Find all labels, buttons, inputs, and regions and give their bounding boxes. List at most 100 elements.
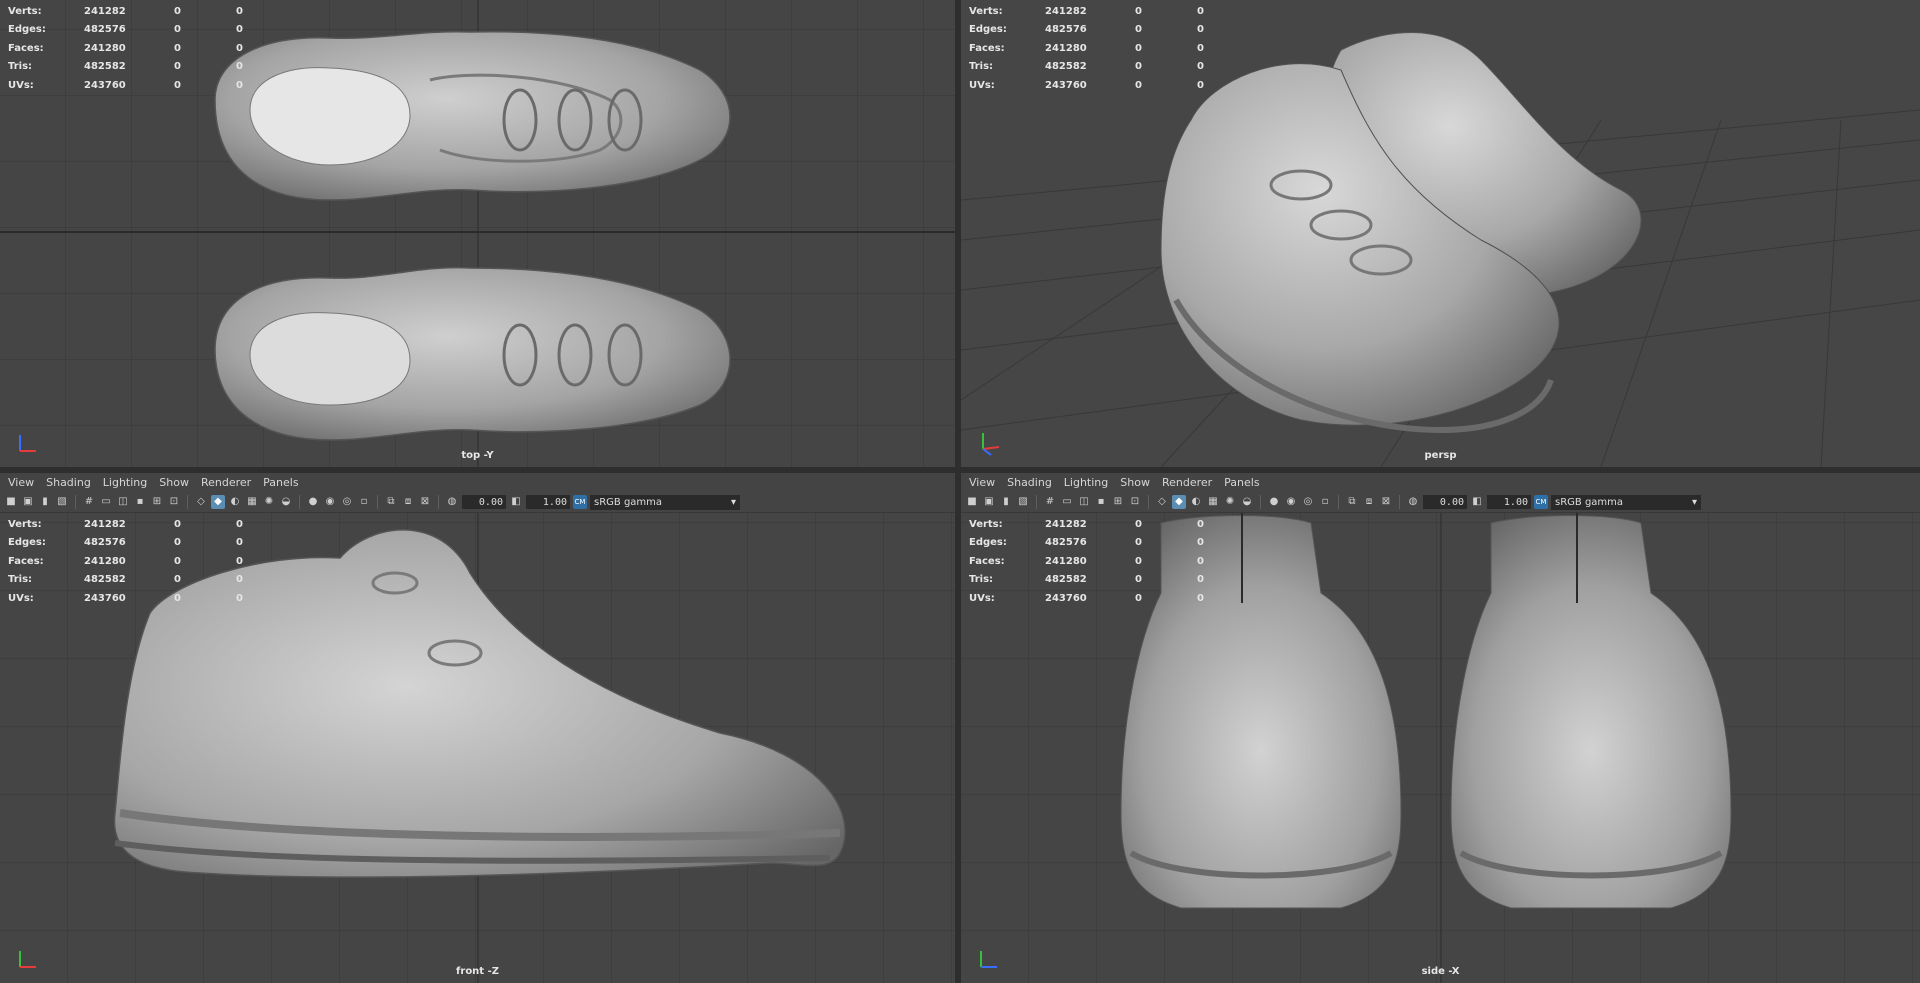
- isolate-icon[interactable]: ▫: [357, 495, 371, 509]
- viewport-pane-persp[interactable]: Verts: 241282 0 0 Edges: 482576 0 0 Faces: 2412…: [961, 0, 1920, 467]
- image-plane-icon[interactable]: ▧: [55, 495, 69, 509]
- menu-lighting[interactable]: Lighting: [1060, 476, 1116, 489]
- hud-value: Faces:: [8, 42, 44, 54]
- pane-splitter-horizontal[interactable]: [0, 467, 1920, 473]
- panel-toolbar: ■ ▣ ▮ ▧ # ▭ ◫ ▪ ⊞ ⊡ ◇ ◆ ◐ ▦ ✺ ◒ ● ◉ ◎ ▫ …: [0, 492, 955, 513]
- antialias-icon[interactable]: ◎: [340, 495, 354, 509]
- viewport-side[interactable]: Verts: 241282 0 0 Edges: 482576 0 0 Faces: 2412…: [961, 513, 1920, 983]
- hud-value: 0: [1197, 61, 1204, 73]
- menu-renderer[interactable]: Renderer: [1158, 476, 1220, 489]
- default-material-icon[interactable]: ◐: [1189, 495, 1203, 509]
- isolate-icon[interactable]: ▫: [1318, 495, 1332, 509]
- textured-icon[interactable]: ▦: [1206, 495, 1220, 509]
- gamma-field[interactable]: 1.00: [1487, 495, 1531, 509]
- exposure-field[interactable]: 0.00: [1423, 495, 1467, 509]
- menu-view[interactable]: View: [4, 476, 42, 489]
- ambient-occlusion-icon[interactable]: ●: [306, 495, 320, 509]
- exposure-field[interactable]: 0.00: [462, 495, 506, 509]
- xray-components-icon[interactable]: ⊠: [418, 495, 432, 509]
- lighting-icon[interactable]: ✺: [262, 495, 276, 509]
- field-chart-icon[interactable]: ⊞: [1111, 495, 1125, 509]
- xray-icon[interactable]: ⧉: [1345, 495, 1359, 509]
- pane-splitter-vertical[interactable]: [955, 0, 961, 983]
- hud-value: 243760: [84, 592, 126, 604]
- view-transform-value: sRGB gamma: [594, 496, 663, 508]
- viewport-persp[interactable]: Verts: 241282 0 0 Edges: 482576 0 0 Faces: 2412…: [961, 0, 1920, 467]
- viewport-front[interactable]: Verts: 241282 0 0 Edges: 482576 0 0 Faces: 2412…: [0, 513, 955, 983]
- viewport-pane-top[interactable]: Verts: 241282 0 0 Edges: 482576 0 0 Faces: 2412…: [0, 0, 955, 467]
- bookmark-icon[interactable]: ▮: [38, 495, 52, 509]
- menu-show[interactable]: Show: [155, 476, 197, 489]
- hud-value: 482576: [1045, 24, 1087, 36]
- shadows-icon[interactable]: ◒: [279, 495, 293, 509]
- color-management-icon[interactable]: CM: [573, 495, 587, 509]
- hud-value: 0: [1135, 5, 1142, 17]
- hud-value: 482576: [84, 537, 126, 549]
- xray-icon[interactable]: ⧉: [384, 495, 398, 509]
- view-transform-select[interactable]: sRGB gamma ▾: [1551, 494, 1701, 510]
- menu-shading[interactable]: Shading: [42, 476, 99, 489]
- lighting-icon[interactable]: ✺: [1223, 495, 1237, 509]
- hud-row-edges: Edges: 482576 0 0: [8, 21, 256, 40]
- hud-value: Edges:: [8, 24, 46, 36]
- film-gate-icon[interactable]: ▭: [1060, 495, 1074, 509]
- select-camera-icon[interactable]: ■: [965, 495, 979, 509]
- grid-toggle-icon[interactable]: #: [82, 495, 96, 509]
- gamma-field[interactable]: 1.00: [526, 495, 570, 509]
- hud-value: UVs:: [8, 592, 34, 604]
- menu-shading[interactable]: Shading: [1003, 476, 1060, 489]
- color-management-icon[interactable]: CM: [1534, 495, 1548, 509]
- smooth-shade-icon[interactable]: ◆: [1172, 495, 1186, 509]
- textured-icon[interactable]: ▦: [245, 495, 259, 509]
- menu-renderer[interactable]: Renderer: [197, 476, 259, 489]
- hud-value: 0: [174, 24, 181, 36]
- menu-panels[interactable]: Panels: [259, 476, 306, 489]
- view-transform-select[interactable]: sRGB gamma ▾: [590, 494, 740, 510]
- resolution-gate-icon[interactable]: ◫: [116, 495, 130, 509]
- hud-value: 243760: [84, 79, 126, 91]
- camera-attributes-icon[interactable]: ▣: [21, 495, 35, 509]
- bookmark-icon[interactable]: ▮: [999, 495, 1013, 509]
- xray-joints-icon[interactable]: ⧈: [401, 495, 415, 509]
- hud-value: 0: [236, 61, 243, 73]
- grid-toggle-icon[interactable]: #: [1043, 495, 1057, 509]
- menu-view[interactable]: View: [965, 476, 1003, 489]
- xray-joints-icon[interactable]: ⧈: [1362, 495, 1376, 509]
- xray-components-icon[interactable]: ⊠: [1379, 495, 1393, 509]
- viewport-pane-front[interactable]: View Shading Lighting Show Renderer Pane…: [0, 473, 955, 983]
- gate-mask-icon[interactable]: ▪: [1094, 495, 1108, 509]
- field-chart-icon[interactable]: ⊞: [150, 495, 164, 509]
- safe-action-icon[interactable]: ⊡: [1128, 495, 1142, 509]
- select-camera-icon[interactable]: ■: [4, 495, 18, 509]
- image-plane-icon[interactable]: ▧: [1016, 495, 1030, 509]
- default-material-icon[interactable]: ◐: [228, 495, 242, 509]
- motion-blur-icon[interactable]: ◉: [323, 495, 337, 509]
- film-gate-icon[interactable]: ▭: [99, 495, 113, 509]
- camera-attributes-icon[interactable]: ▣: [982, 495, 996, 509]
- viewport-pane-side[interactable]: View Shading Lighting Show Renderer Pane…: [961, 473, 1920, 983]
- menu-show[interactable]: Show: [1116, 476, 1158, 489]
- smooth-shade-icon[interactable]: ◆: [211, 495, 225, 509]
- gate-mask-icon[interactable]: ▪: [133, 495, 147, 509]
- resolution-gate-icon[interactable]: ◫: [1077, 495, 1091, 509]
- hud-value: 0: [174, 555, 181, 567]
- hud-row-tris: Tris: 482582 0 0: [8, 571, 256, 590]
- motion-blur-icon[interactable]: ◉: [1284, 495, 1298, 509]
- viewport-top[interactable]: Verts: 241282 0 0 Edges: 482576 0 0 Faces: 2412…: [0, 0, 955, 467]
- hud-value: 0: [1135, 574, 1142, 586]
- menu-panels[interactable]: Panels: [1220, 476, 1267, 489]
- ambient-occlusion-icon[interactable]: ●: [1267, 495, 1281, 509]
- toolbar-separator: [438, 495, 439, 509]
- panel-menubar: View Shading Lighting Show Renderer Pane…: [0, 473, 955, 492]
- hud-value: Faces:: [969, 42, 1005, 54]
- safe-action-icon[interactable]: ⊡: [167, 495, 181, 509]
- wireframe-icon[interactable]: ◇: [194, 495, 208, 509]
- hud-value: 0: [236, 24, 243, 36]
- hud-value: 0: [1197, 24, 1204, 36]
- antialias-icon[interactable]: ◎: [1301, 495, 1315, 509]
- shadows-icon[interactable]: ◒: [1240, 495, 1254, 509]
- hud-row-tris: Tris: 482582 0 0: [8, 58, 256, 77]
- hud-value: 0: [1135, 592, 1142, 604]
- wireframe-icon[interactable]: ◇: [1155, 495, 1169, 509]
- menu-lighting[interactable]: Lighting: [99, 476, 155, 489]
